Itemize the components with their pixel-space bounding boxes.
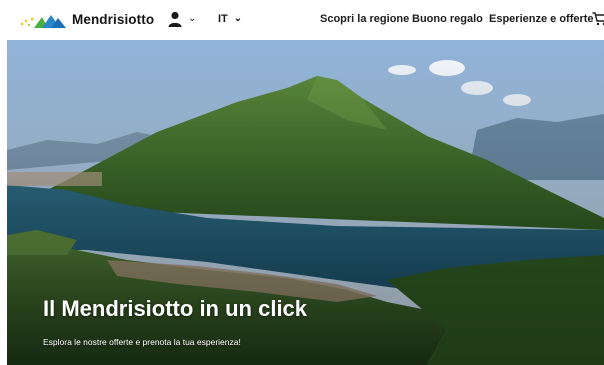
brand-name[interactable]: Mendrisiotto	[72, 12, 154, 27]
nav-scopri-la-regione[interactable]: Scopri la regione	[320, 13, 409, 25]
hero-title: Il Mendrisiotto in un click	[43, 296, 308, 321]
nav-esperienze-e-offerte[interactable]: Esperienze e offerte	[489, 13, 594, 25]
nav-buono-regalo[interactable]: Buono regalo	[412, 13, 483, 25]
language-label: IT	[218, 13, 228, 25]
user-menu[interactable]: ⌄	[168, 11, 196, 27]
top-navigation-bar: Mendrisiotto ⌄ IT ⌄ Scopri la regione Bu…	[0, 0, 604, 40]
cart-icon[interactable]	[592, 12, 604, 31]
hero-subtitle: Esplora le nostre offerte e prenota la t…	[43, 337, 241, 347]
user-icon	[168, 11, 182, 27]
hero-banner: Il Mendrisiotto in un click Esplora le n…	[7, 40, 604, 365]
chevron-down-icon: ⌄	[188, 13, 197, 24]
chevron-down-icon: ⌄	[233, 13, 243, 24]
language-selector[interactable]: IT ⌄	[218, 13, 242, 25]
mendrisiotto-logo-icon[interactable]	[20, 12, 68, 30]
